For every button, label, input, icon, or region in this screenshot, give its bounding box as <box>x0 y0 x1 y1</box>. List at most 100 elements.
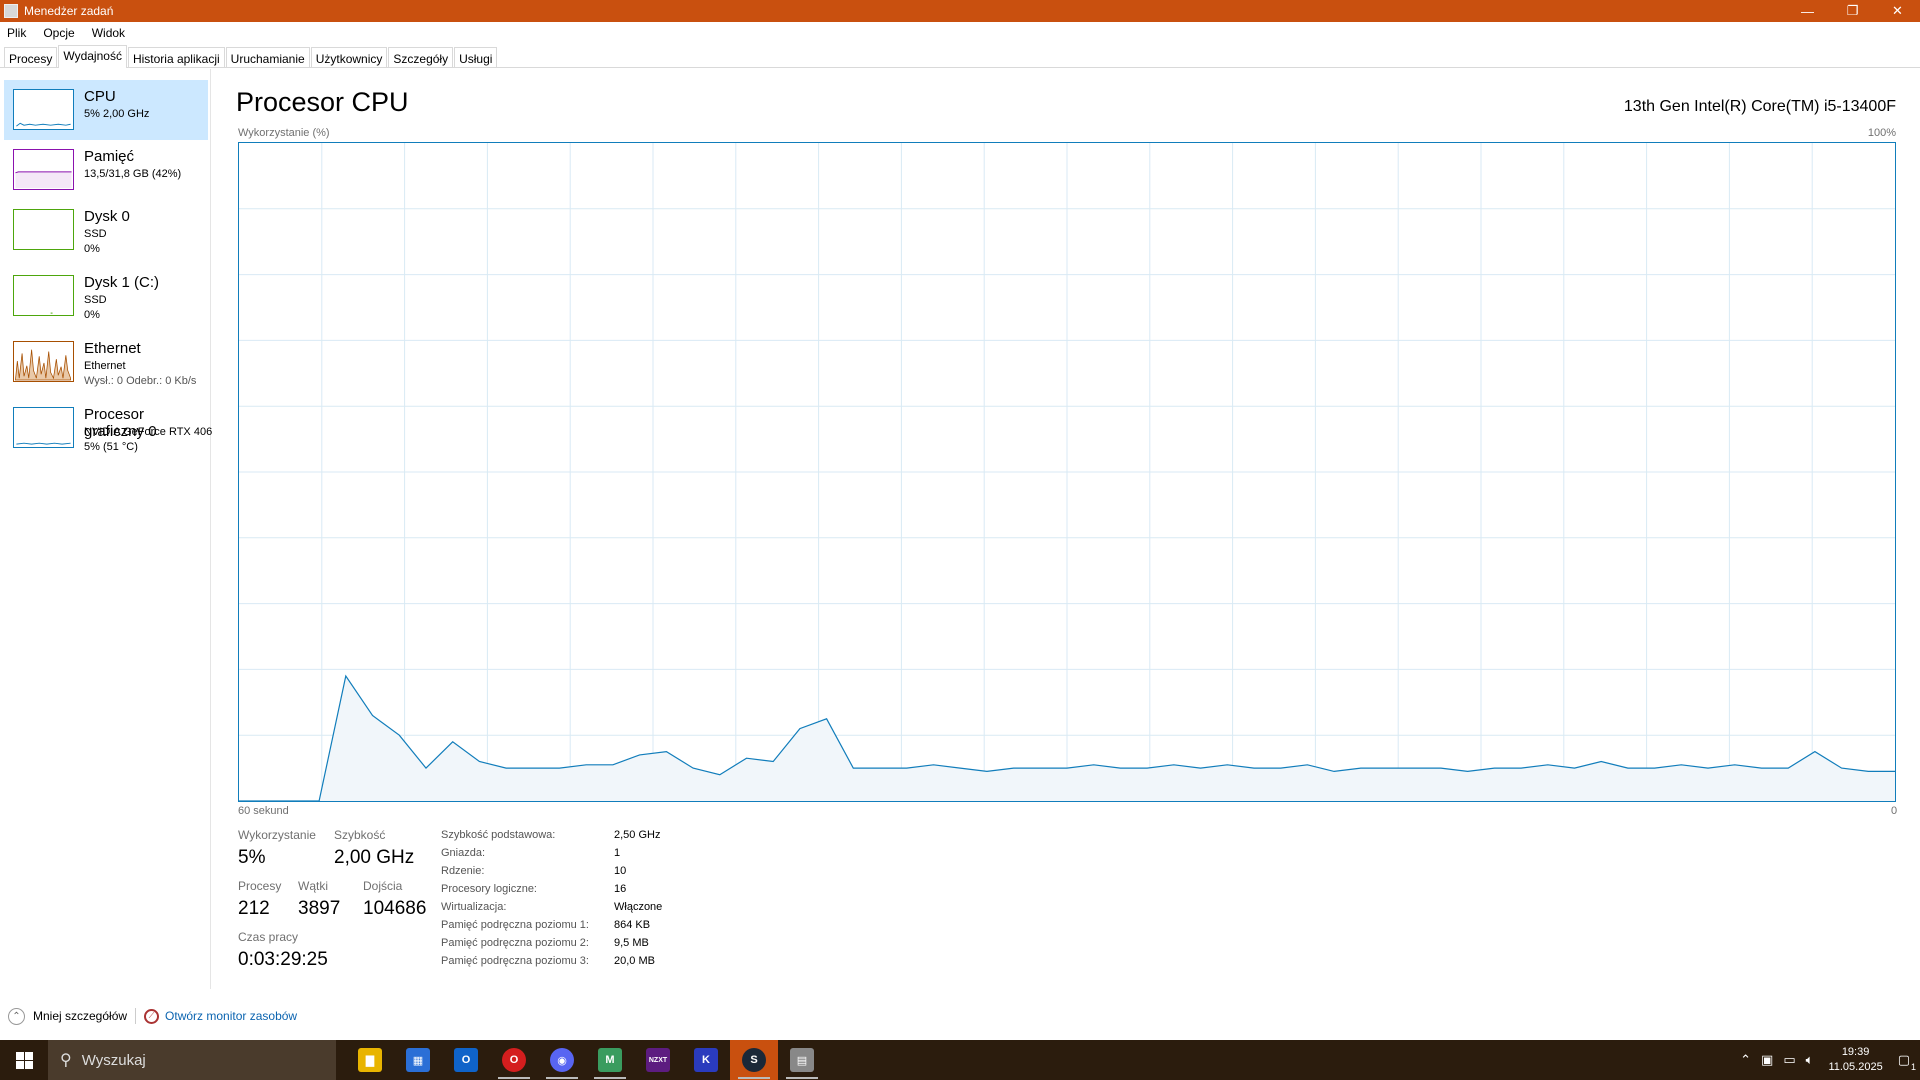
tab-performance[interactable]: Wydajność <box>58 45 127 68</box>
sidebar-item-usage: 5% (51 °C) <box>84 441 138 453</box>
spec-key: Rdzenie: <box>441 865 485 877</box>
ethernet-thumbnail <box>13 341 74 382</box>
graph-x-min-label: 0 <box>1891 805 1898 817</box>
speed-label: Szybkość <box>334 828 386 842</box>
outlook-icon: O <box>454 1048 478 1072</box>
tab-users[interactable]: Użytkownicy <box>310 47 388 67</box>
taskbar-app-store[interactable]: ▦ <box>394 1040 442 1080</box>
tab-details[interactable]: Szczegóły <box>388 47 454 67</box>
network-icon[interactable]: ▭ <box>1783 1052 1795 1068</box>
spec-key: Pamięć podręczna poziomu 1: <box>441 919 589 931</box>
tab-startup[interactable]: Uruchamianie <box>225 47 310 67</box>
minimize-button[interactable]: — <box>1785 0 1830 22</box>
spec-key: Szybkość podstawowa: <box>441 829 556 841</box>
start-button[interactable] <box>0 1040 48 1080</box>
footer-divider <box>135 1008 137 1024</box>
spec-value: 1 <box>614 847 621 859</box>
sidebar-item-type: Ethernet <box>84 360 126 372</box>
processes-value: 212 <box>238 898 270 919</box>
cpu-model-name: 13th Gen Intel(R) Core(TM) i5-13400F <box>1623 98 1896 115</box>
taskbar-app-task-manager[interactable]: ▤ <box>778 1040 826 1080</box>
nzxt-icon: NZXT <box>646 1048 670 1072</box>
system-tray: ⌃ ▣ ▭ 🔈︎ 19:39 11.05.2025 ▢ 1 <box>1735 1040 1920 1080</box>
less-details-button[interactable]: ⌃ Mniej szczegółów <box>8 1007 128 1025</box>
tab-app-history[interactable]: Historia aplikacji <box>127 47 225 67</box>
task-manager-icon <box>4 4 18 18</box>
sidebar-item-model: NVIDIA GeForce RTX 4060 <box>84 426 212 438</box>
memory-thumbnail <box>13 149 74 190</box>
store-icon: ▦ <box>406 1048 430 1072</box>
menu-bar: Plik Opcje Widok <box>0 22 1920 44</box>
graph-x-label: 60 sekund <box>238 805 289 817</box>
sidebar-item-gpu[interactable]: Procesor graficzny 0 NVIDIA GeForce RTX … <box>4 398 212 458</box>
sidebar-item-type: SSD <box>84 228 107 240</box>
taskbar-app-opera[interactable]: O <box>490 1040 538 1080</box>
cpu-thumbnail <box>13 89 74 130</box>
sidebar-item-name: Ethernet <box>84 340 141 357</box>
spec-value: 10 <box>614 865 627 877</box>
sidebar-item-memory[interactable]: Pamięć 13,5/31,8 GB (42%) <box>4 140 208 200</box>
tab-services[interactable]: Usługi <box>454 47 498 67</box>
spec-key: Procesory logiczne: <box>441 883 537 895</box>
maximize-button[interactable]: ❐ <box>1830 0 1875 22</box>
taskbar-app-discord[interactable]: ◉ <box>538 1040 586 1080</box>
notification-count: 1 <box>1910 1062 1916 1072</box>
processes-label: Procesy <box>238 879 282 893</box>
taskbar-app-steam[interactable]: S <box>730 1040 778 1080</box>
taskbar-app-file-explorer[interactable]: ▇ <box>346 1040 394 1080</box>
show-hidden-icons-icon[interactable]: ⌃ <box>1740 1052 1751 1068</box>
sidebar-item-throughput: Wysł.: 0 Odebr.: 0 Kb/s <box>84 375 197 387</box>
system-clock[interactable]: 19:39 11.05.2025 <box>1828 1045 1882 1075</box>
close-button[interactable]: ✕ <box>1875 0 1920 22</box>
menu-options[interactable]: Opcje <box>43 26 74 40</box>
usage-value: 5% <box>238 847 266 868</box>
search-placeholder: Wyszukaj <box>81 1051 146 1069</box>
steam-icon: S <box>742 1048 766 1072</box>
spec-key: Gniazda: <box>441 847 486 859</box>
less-details-label: Mniej szczegółów <box>33 1009 128 1023</box>
discord-icon: ◉ <box>550 1048 574 1072</box>
sidebar-item-disk-0[interactable]: Dysk 0 SSD 0% <box>4 200 208 260</box>
spec-key: Wirtualizacja: <box>441 901 507 913</box>
window-title: Menedżer zadań <box>24 4 114 18</box>
volume-icon[interactable]: 🔈︎ <box>1806 1052 1814 1068</box>
spec-key: Pamięć podręczna poziomu 2: <box>441 937 589 949</box>
sidebar-item-cpu[interactable]: CPU 5% 2,00 GHz <box>4 80 208 140</box>
search-icon: ⚲ <box>60 1052 72 1069</box>
spec-value: Włączone <box>614 901 663 913</box>
disk-1-thumbnail <box>13 275 74 316</box>
opera-icon: O <box>502 1048 526 1072</box>
tab-processes[interactable]: Procesy <box>4 47 58 67</box>
spec-key: Pamięć podręczna poziomu 3: <box>441 955 589 967</box>
sidebar-item-name: Dysk 0 <box>84 208 130 225</box>
clock-date: 11.05.2025 <box>1828 1061 1883 1073</box>
spec-value: 16 <box>614 883 627 895</box>
file-explorer-icon: ▇ <box>358 1048 382 1072</box>
sidebar-item-disk-1[interactable]: Dysk 1 (C:) SSD 0% <box>4 266 208 326</box>
spec-value: 9,5 MB <box>614 937 649 949</box>
graph-y-label: Wykorzystanie (%) <box>238 127 330 139</box>
open-resource-monitor-link[interactable]: ⟋ Otwórz monitor zasobów <box>144 1008 298 1024</box>
taskbar-app-k[interactable]: K <box>682 1040 730 1080</box>
app-k-icon: K <box>694 1048 718 1072</box>
taskbar-search-box[interactable]: ⚲ Wyszukaj <box>48 1040 336 1080</box>
taskbar-app-nzxt[interactable]: NZXT <box>634 1040 682 1080</box>
usage-label: Wykorzystanie <box>238 828 316 842</box>
spec-value: 2,50 GHz <box>614 829 661 841</box>
m365-icon: M <box>598 1048 622 1072</box>
sidebar-item-detail: 5% 2,00 GHz <box>84 108 150 120</box>
meet-now-icon[interactable]: ▣ <box>1761 1052 1773 1068</box>
task-manager-taskbar-icon: ▤ <box>790 1048 814 1072</box>
footer-bar: ⌃ Mniej szczegółów ⟋ Otwórz monitor zaso… <box>0 1003 1920 1029</box>
clock-time: 19:39 <box>1841 1046 1870 1058</box>
menu-file[interactable]: Plik <box>7 26 26 40</box>
sidebar-item-ethernet[interactable]: Ethernet Ethernet Wysł.: 0 Odebr.: 0 Kb/… <box>4 332 208 392</box>
notifications-icon[interactable]: ▢ 1 <box>1898 1052 1916 1072</box>
sidebar-item-type: SSD <box>84 294 107 306</box>
open-resource-monitor-label: Otwórz monitor zasobów <box>165 1009 298 1023</box>
menu-view[interactable]: Widok <box>92 26 125 40</box>
taskbar-app-outlook[interactable]: O <box>442 1040 490 1080</box>
taskbar-app-m365[interactable]: M <box>586 1040 634 1080</box>
taskbar: ⚲ Wyszukaj ▇ ▦ O O ◉ M NZXT K S ▤ ⌃ ▣ ▭ … <box>0 1040 1920 1080</box>
spec-value: 20,0 MB <box>614 955 655 967</box>
